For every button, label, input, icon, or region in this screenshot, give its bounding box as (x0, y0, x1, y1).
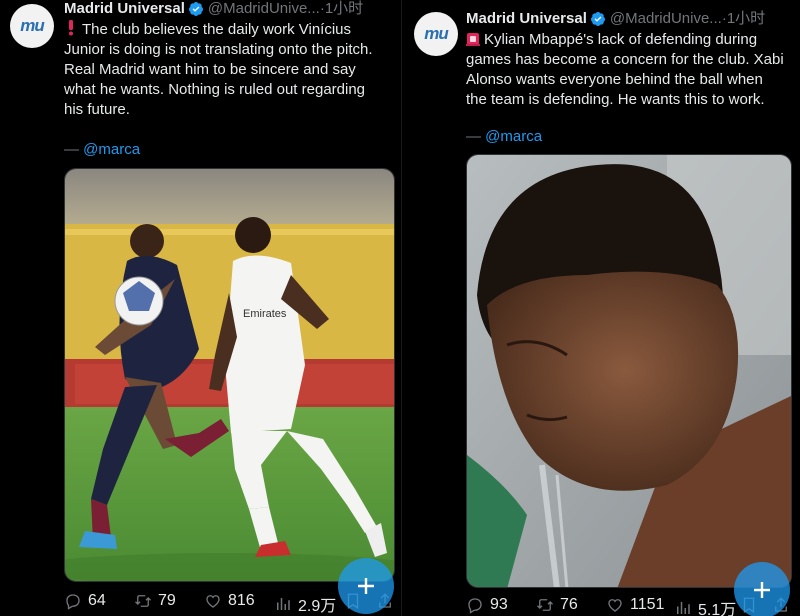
tweet-left[interactable]: mu Madrid Universal @MadridUnive... · 1小… (0, 0, 400, 616)
tweet-line: Kylian Mbappé's lack of defending during (466, 30, 796, 50)
account-name[interactable]: Madrid Universal (466, 10, 587, 28)
tweet-photo[interactable]: Emirates (64, 168, 395, 582)
jersey-sponsor-text: Emirates (243, 308, 287, 320)
account-name[interactable]: Madrid Universal (64, 0, 185, 18)
avatar-logo: mu (424, 24, 448, 43)
verified-badge-icon (188, 2, 203, 16)
repost-icon (135, 595, 151, 607)
source-dash: — (466, 128, 481, 145)
like-count: 816 (228, 592, 255, 609)
compose-post-button[interactable] (338, 558, 394, 614)
tweet-right[interactable]: mu Madrid Universal @MadridUnive... · 1小… (404, 0, 800, 616)
tweet-line: Alonso wants everyone behind the ball wh… (466, 71, 763, 88)
source-dash: — (64, 141, 79, 158)
repost-count: 76 (560, 596, 578, 613)
tweet-header: Madrid Universal @MadridUnive... · 1小时 (64, 0, 363, 18)
views-button[interactable]: 5.1万 (674, 596, 736, 616)
player-portrait-image (467, 155, 791, 587)
tweet-photo[interactable] (466, 154, 792, 588)
account-handle[interactable]: @MadridUnive... (610, 10, 722, 28)
views-count: 5.1万 (698, 602, 737, 616)
timestamp[interactable]: 1小时 (325, 0, 363, 18)
tweet-body: The club believes the daily work Viníciu… (64, 20, 394, 120)
avatar[interactable]: mu (414, 12, 458, 56)
reply-icon (66, 594, 80, 610)
heart-icon (608, 599, 622, 612)
like-count: 1151 (630, 596, 665, 613)
tweet-text-line: Kylian Mbappé's lack of defending during (484, 31, 758, 48)
compose-post-button[interactable] (734, 562, 790, 616)
plus-icon (358, 578, 374, 594)
tweet-line: his future. (64, 101, 130, 118)
panel-divider (401, 0, 402, 616)
reply-button[interactable]: 64 (64, 592, 106, 610)
verified-badge-icon (590, 12, 605, 26)
tweet-line: the team is defending. He wants this to … (466, 91, 765, 108)
tweet-line: The club believes the daily work Viníciu… (64, 20, 394, 40)
siren-icon (466, 33, 480, 46)
views-chart-icon (277, 598, 290, 610)
repost-count: 79 (158, 592, 176, 609)
repost-button[interactable]: 79 (134, 592, 176, 610)
football-match-image: Emirates (65, 169, 394, 581)
views-button[interactable]: 2.9万 (274, 592, 336, 616)
tweet-header: Madrid Universal @MadridUnive... · 1小时 (466, 10, 765, 28)
repost-icon (537, 599, 553, 611)
reply-icon (468, 598, 482, 614)
tweet-line: Junior is doing is not translating onto … (64, 41, 373, 58)
tweet-text-line: The club believes the daily work Viníciu… (82, 21, 352, 38)
like-button[interactable]: 1151 (606, 596, 664, 614)
reply-count: 93 (490, 596, 508, 613)
mention-link[interactable]: @marca (83, 141, 140, 158)
tweet-line: what he wants. Nothing is ruled out rega… (64, 81, 366, 98)
tweet-line: games has become a concern for the club.… (466, 51, 784, 68)
avatar-logo: mu (20, 16, 44, 35)
heart-icon (206, 595, 220, 608)
plus-icon (754, 582, 770, 598)
repost-button[interactable]: 76 (536, 596, 578, 614)
reply-button[interactable]: 93 (466, 596, 508, 614)
source-credit: — @marca (466, 127, 542, 147)
tweet-body: Kylian Mbappé's lack of defending during… (466, 30, 796, 110)
account-handle[interactable]: @MadridUnive... (208, 0, 320, 18)
avatar[interactable]: mu (10, 4, 54, 48)
views-count: 2.9万 (298, 598, 337, 615)
exclamation-icon (69, 20, 73, 36)
like-button[interactable]: 816 (204, 592, 255, 610)
reply-count: 64 (88, 592, 106, 609)
mention-link[interactable]: @marca (485, 128, 542, 145)
views-chart-icon (677, 602, 690, 614)
source-credit: — @marca (64, 140, 140, 160)
tweet-line: Real Madrid want him to be sincere and s… (64, 61, 356, 78)
timestamp[interactable]: 1小时 (727, 10, 765, 28)
